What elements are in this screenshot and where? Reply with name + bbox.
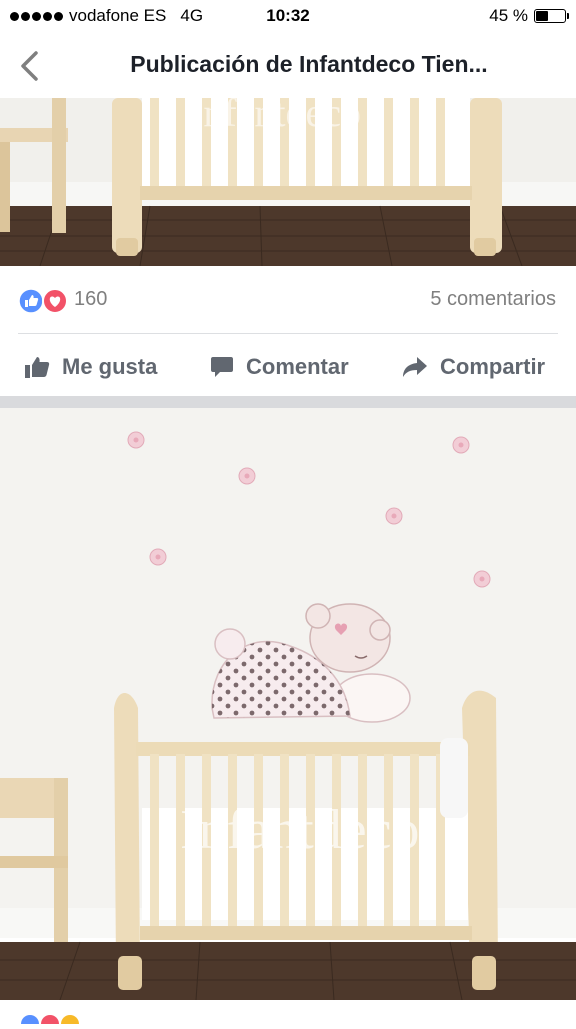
like-button[interactable]: Me gusta bbox=[24, 340, 157, 394]
chevron-left-icon bbox=[21, 51, 38, 81]
comment-icon bbox=[211, 357, 233, 377]
reaction-count: 160 bbox=[74, 288, 108, 310]
share-button[interactable]: Compartir bbox=[402, 340, 545, 394]
like-icon bbox=[18, 288, 44, 314]
reaction-summary[interactable]: 160 5 comentarios bbox=[0, 278, 576, 322]
comments-count-link[interactable]: 5 comentarios bbox=[430, 288, 556, 311]
share-icon bbox=[403, 357, 427, 377]
post-actions: Me gusta Comentar Compartir bbox=[0, 340, 576, 394]
watermark-text: Infantdeco bbox=[180, 799, 419, 861]
like-button-label: Me gusta bbox=[62, 354, 158, 379]
comment-button-label: Comentar bbox=[246, 354, 349, 379]
post-photo[interactable]: Infantdeco bbox=[0, 408, 576, 1000]
divider bbox=[18, 333, 558, 334]
thumbs-up-icon bbox=[25, 357, 50, 378]
navigation-bar: Publicación de Infantdeco Tien... bbox=[0, 34, 576, 99]
crib-bear-photo-image: Infantdeco bbox=[0, 408, 576, 1000]
battery-icon bbox=[534, 9, 569, 23]
feed-separator bbox=[0, 396, 576, 408]
reaction-icons bbox=[18, 288, 68, 314]
battery-percent: 45 % bbox=[489, 6, 528, 25]
post-photo-top[interactable]: Infantdeco bbox=[0, 98, 576, 266]
page-title: Publicación de Infantdeco Tien... bbox=[130, 51, 488, 77]
back-button[interactable] bbox=[16, 50, 44, 82]
reaction-icons-peek bbox=[21, 1015, 79, 1029]
love-icon bbox=[42, 288, 68, 314]
share-button-label: Compartir bbox=[440, 354, 546, 379]
status-right: 45 % bbox=[489, 6, 569, 26]
watermark-text-top: Infantdeco bbox=[190, 98, 361, 135]
status-bar: vodafone ES 4G 10:32 45 % bbox=[0, 0, 576, 34]
crib-photo-image: Infantdeco bbox=[0, 98, 576, 266]
comment-button[interactable]: Comentar bbox=[210, 340, 349, 394]
next-post-reactions-peek bbox=[0, 1000, 576, 1029]
